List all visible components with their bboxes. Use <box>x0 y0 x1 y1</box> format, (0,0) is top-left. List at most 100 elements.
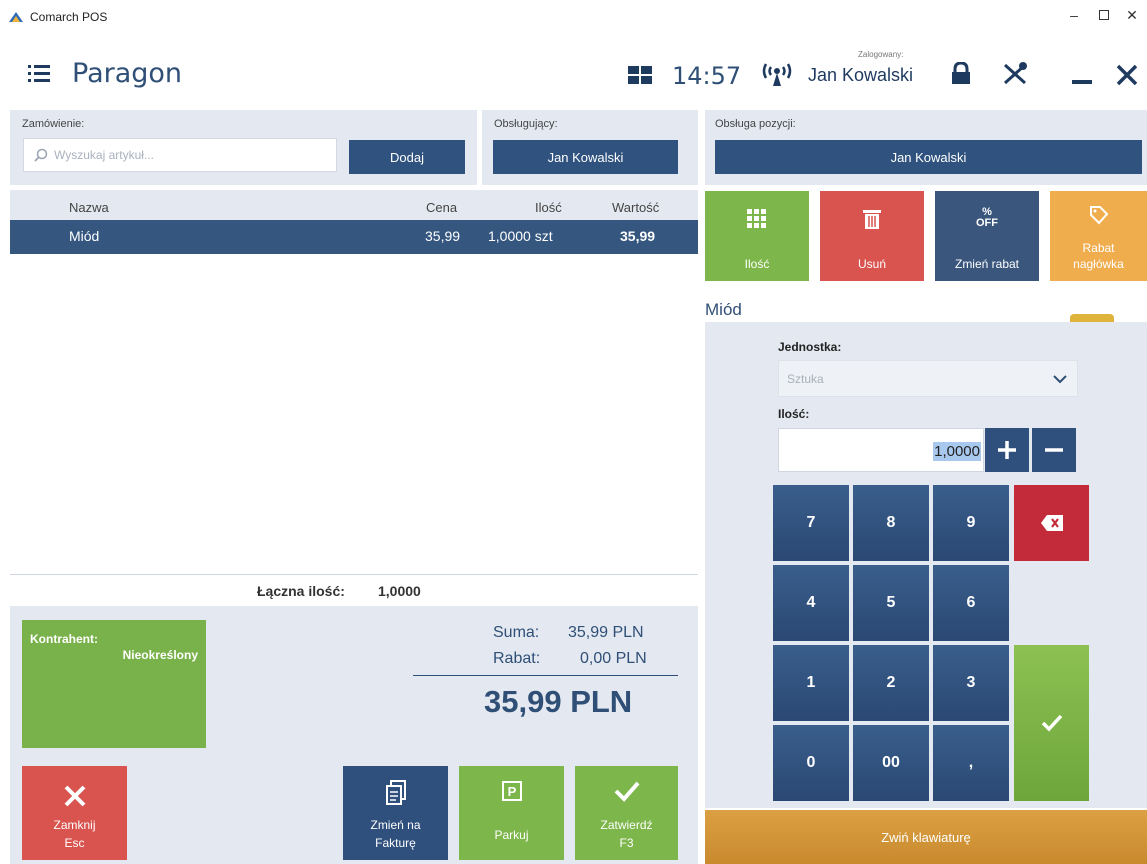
close-label: Zamknij <box>53 818 96 832</box>
close-shortcut: Esc <box>64 836 85 850</box>
key-comma[interactable]: , <box>933 725 1009 801</box>
close-icon[interactable] <box>1116 64 1138 86</box>
minus-icon <box>1045 448 1063 452</box>
qty-value: 1,0000 <box>933 442 981 461</box>
lock-icon[interactable] <box>950 62 972 84</box>
wifi-icon <box>762 63 792 86</box>
header-discount-label-1: Rabat <box>1082 241 1115 255</box>
customer-value: Nieokreślony <box>122 648 198 662</box>
key-00[interactable]: 00 <box>853 725 929 801</box>
close-receipt-button[interactable]: Zamknij Esc <box>22 766 127 860</box>
window-minimize-button[interactable]: – <box>1060 4 1088 26</box>
invoice-icon <box>385 780 406 805</box>
change-to-invoice-button[interactable]: Zmień na Fakturę <box>343 766 448 860</box>
quantity-action-button[interactable]: Ilość <box>705 191 809 281</box>
keypad-icon <box>747 209 766 228</box>
customer-button[interactable]: Kontrahent: Nieokreślony <box>22 620 206 748</box>
key-2[interactable]: 2 <box>853 645 929 721</box>
invoice-label-2: Fakturę <box>375 836 416 850</box>
page-title: Paragon <box>72 58 183 89</box>
search-placeholder: Wyszukaj artykuł... <box>54 148 154 162</box>
sum-label: Suma: <box>493 624 540 641</box>
customer-label: Kontrahent: <box>30 632 98 646</box>
change-discount-label: Zmień rabat <box>954 257 1020 271</box>
clock: 14:57 <box>672 62 742 90</box>
add-button[interactable]: Dodaj <box>349 140 465 174</box>
delete-action-label: Usuń <box>857 257 886 271</box>
backspace-key[interactable] <box>1014 485 1089 561</box>
check-icon <box>614 781 640 802</box>
total-qty-label: Łączna ilość: <box>257 583 345 599</box>
product-name: Miód <box>705 300 742 319</box>
plus-icon <box>998 441 1016 459</box>
window-close-button[interactable]: ✕ <box>1118 4 1146 26</box>
key-5[interactable]: 5 <box>853 565 929 641</box>
key-3[interactable]: 3 <box>933 645 1009 721</box>
quantity-action-label: Ilość <box>744 257 770 271</box>
grid-icon[interactable] <box>628 66 652 84</box>
table-row[interactable]: Miód 35,99 1,0000 szt 35,99 <box>10 220 698 254</box>
svg-text:P: P <box>507 784 516 799</box>
invoice-label-1: Zmień na <box>370 818 421 832</box>
trash-icon <box>863 210 881 229</box>
menu-icon[interactable] <box>28 62 50 84</box>
tools-icon[interactable] <box>1002 62 1028 86</box>
col-price-header: Cena <box>426 200 458 215</box>
park-button[interactable]: P Parkuj <box>459 766 564 860</box>
header-discount-label-2: nagłówka <box>1073 257 1124 271</box>
confirm-shortcut: F3 <box>619 836 634 850</box>
key-6[interactable]: 6 <box>933 565 1009 641</box>
enter-key[interactable] <box>1014 645 1089 801</box>
app-window: Comarch POS – ✕ Paragon 14:57 Zalogowany… <box>0 0 1147 864</box>
backspace-icon <box>1040 515 1063 531</box>
app-logo-icon <box>9 12 23 22</box>
parking-icon: P <box>501 781 522 801</box>
logged-in-caption: Zalogowany: <box>858 50 904 59</box>
qty-increment-button[interactable] <box>985 428 1029 472</box>
row-qty: 1,0000 szt <box>488 228 553 244</box>
off-text: OFF <box>976 217 998 229</box>
key-1[interactable]: 1 <box>773 645 849 721</box>
unit-label: Jednostka: <box>778 340 842 354</box>
summary-divider <box>413 675 678 676</box>
key-4[interactable]: 4 <box>773 565 849 641</box>
confirm-button[interactable]: Zatwierdź F3 <box>575 766 678 860</box>
product-image <box>1070 314 1114 322</box>
qty-decrement-button[interactable] <box>1032 428 1076 472</box>
close-x-icon <box>64 785 85 807</box>
change-discount-button[interactable]: % OFF Zmień rabat <box>935 191 1039 281</box>
confirm-label: Zatwierdź <box>600 818 653 832</box>
collapse-keyboard-button[interactable]: Zwiń klawiaturę <box>705 810 1147 864</box>
col-qty-header: Ilość <box>535 200 562 215</box>
served-by-button[interactable]: Jan Kowalski <box>493 140 678 174</box>
chevron-down-icon <box>1053 375 1067 384</box>
qty-input[interactable]: 1,0000 <box>778 428 984 472</box>
col-value-header: Wartość <box>612 200 660 215</box>
divider <box>10 574 698 575</box>
window-title-bar: Comarch POS <box>8 6 107 28</box>
header-discount-button[interactable]: Rabat nagłówka <box>1050 191 1147 281</box>
search-icon <box>34 148 48 162</box>
key-7[interactable]: 7 <box>773 485 849 561</box>
item-service-button[interactable]: Jan Kowalski <box>715 140 1142 174</box>
item-service-label: Obsługa pozycji: <box>715 118 796 130</box>
total-amount: 35,99 PLN <box>484 684 633 719</box>
discount-label: Rabat: <box>493 650 541 667</box>
delete-action-button[interactable]: Usuń <box>820 191 924 281</box>
key-9[interactable]: 9 <box>933 485 1009 561</box>
total-qty-value: 1,0000 <box>378 583 421 599</box>
row-value: 35,99 <box>620 228 656 244</box>
col-name-header: Nazwa <box>69 200 109 215</box>
logged-user-name: Jan Kowalski <box>808 65 914 85</box>
search-input[interactable]: Wyszukaj artykuł... <box>23 138 337 172</box>
unit-select[interactable]: Sztuka <box>778 360 1078 397</box>
minimize-icon[interactable] <box>1072 80 1092 84</box>
window-maximize-button[interactable] <box>1090 4 1118 26</box>
sum-value: 35,99 PLN <box>568 624 644 641</box>
key-8[interactable]: 8 <box>853 485 929 561</box>
table-header <box>10 190 698 220</box>
park-label: Parkuj <box>494 828 529 842</box>
row-price: 35,99 <box>425 228 461 244</box>
key-0[interactable]: 0 <box>773 725 849 801</box>
percent-off-icon: % OFF <box>935 207 1039 229</box>
